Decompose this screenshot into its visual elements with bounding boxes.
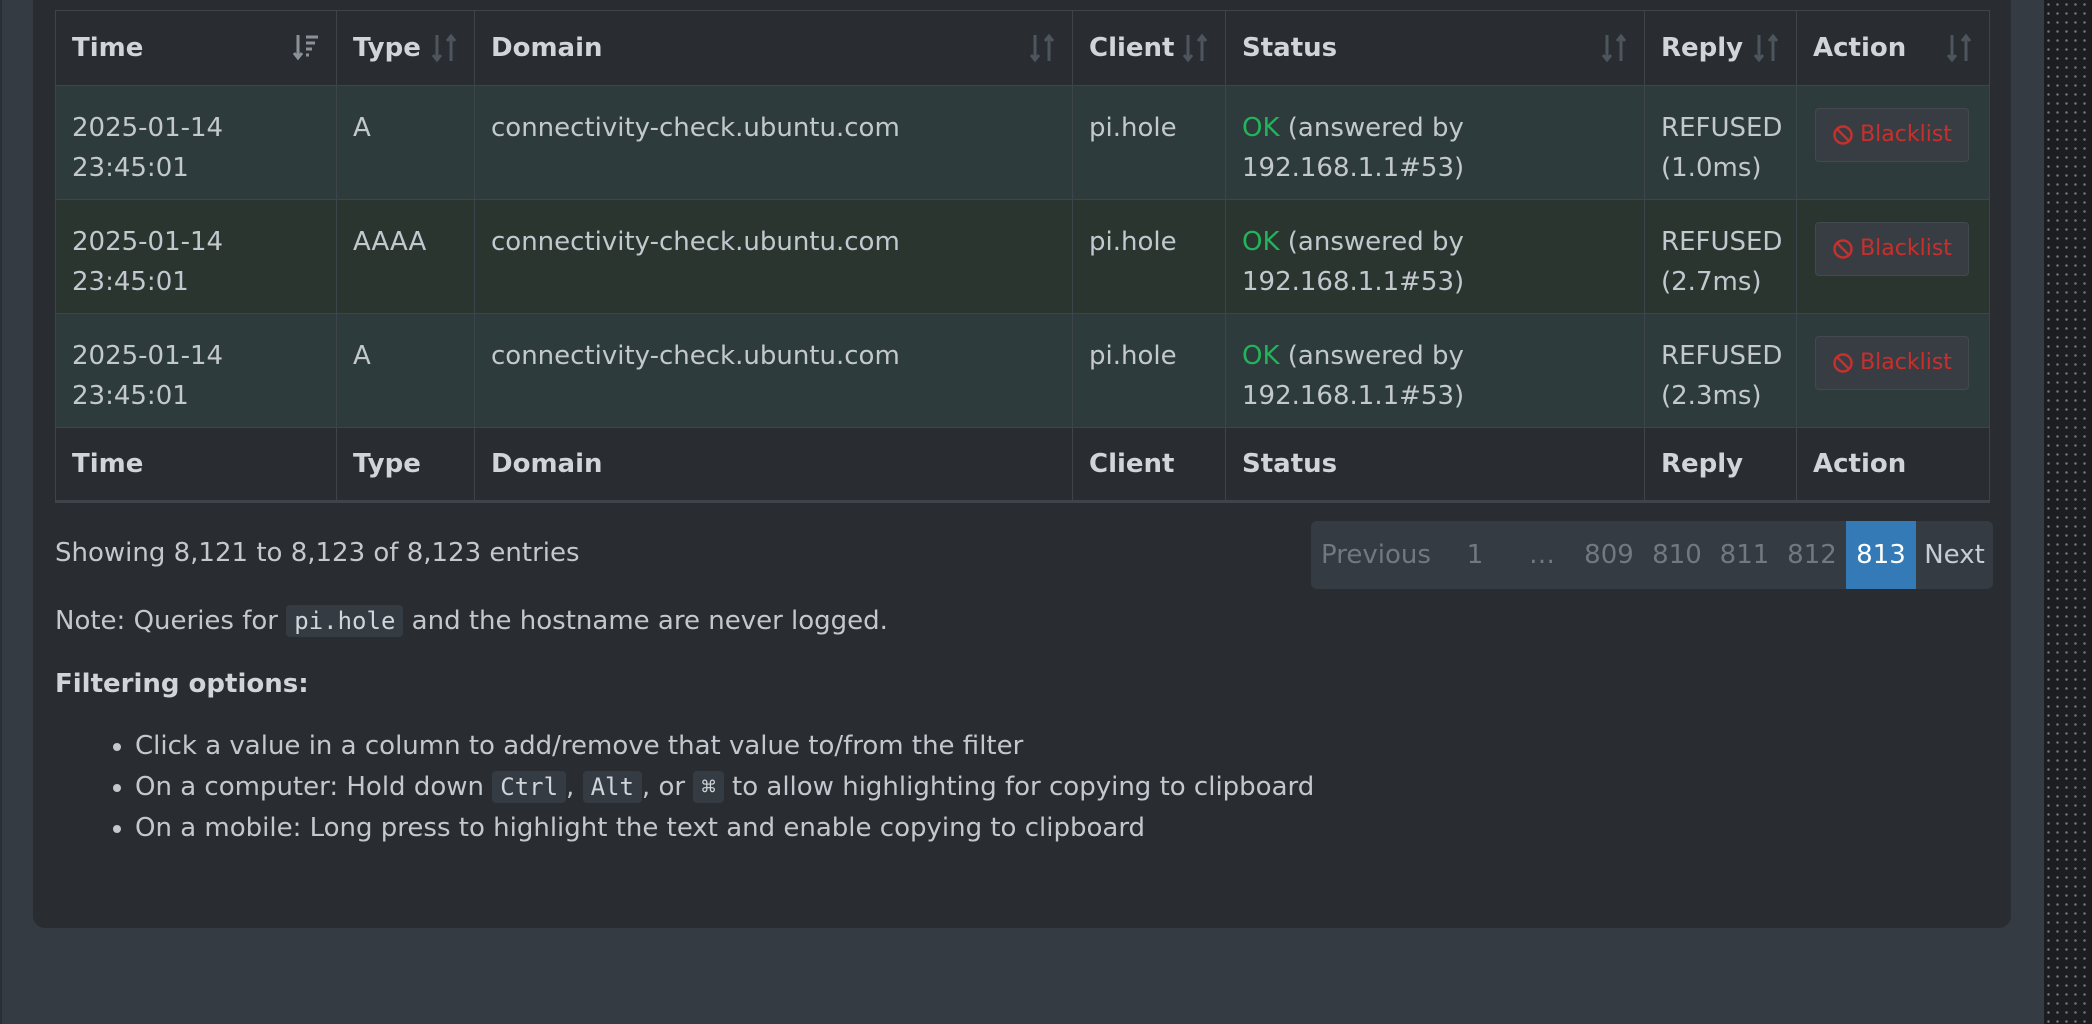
cell-time[interactable]: 2025-01-14 23:45:01	[55, 85, 337, 200]
cell-action: Blacklist	[1796, 199, 1990, 314]
note-text-start: Note: Queries for	[55, 606, 287, 636]
pagination-page-813-active[interactable]: 813	[1846, 521, 1916, 589]
pagination-next[interactable]: Next	[1916, 521, 1993, 589]
pagination: Previous 1 … 809 810 811 812 813 Next	[1311, 521, 1993, 589]
sort-icon	[1029, 33, 1055, 63]
sort-icon	[1946, 33, 1972, 63]
cell-time[interactable]: 2025-01-14 23:45:01	[55, 313, 337, 428]
list-item: On a mobile: Long press to highlight the…	[135, 808, 1314, 849]
pagination-page-811[interactable]: 811	[1711, 521, 1778, 589]
sort-icon	[431, 33, 457, 63]
column-header-action[interactable]: Action	[1796, 10, 1990, 86]
note-code: pi.hole	[286, 605, 404, 637]
table-row: 2025-01-14 23:45:01 A connectivity-check…	[55, 313, 1990, 428]
column-header-reply[interactable]: Reply	[1644, 10, 1797, 86]
pagination-previous[interactable]: Previous	[1311, 521, 1441, 589]
blacklist-button[interactable]: Blacklist	[1815, 336, 1969, 390]
footer-header-type: Type	[336, 427, 475, 503]
background-texture	[2044, 0, 2092, 1024]
blacklist-label: Blacklist	[1860, 350, 1952, 375]
cell-reply[interactable]: REFUSED (2.7ms)	[1644, 199, 1797, 314]
column-header-time[interactable]: Time	[55, 10, 337, 86]
cell-type[interactable]: AAAA	[336, 199, 475, 314]
key-cmd: ⌘	[693, 771, 724, 803]
footer-header-action: Action	[1796, 427, 1990, 503]
column-header-status[interactable]: Status	[1225, 10, 1645, 86]
status-ok: OK	[1242, 341, 1280, 371]
sort-desc-icon	[292, 35, 318, 61]
blacklist-label: Blacklist	[1860, 122, 1952, 147]
cell-status[interactable]: OK (answered by 192.168.1.1#53)	[1225, 199, 1645, 314]
filtering-options-title: Filtering options:	[55, 669, 309, 699]
cell-action: Blacklist	[1796, 313, 1990, 428]
reply-time: (2.7ms)	[1661, 267, 1762, 297]
pagination-page-809[interactable]: 809	[1575, 521, 1643, 589]
cell-action: Blacklist	[1796, 85, 1990, 200]
footer-header-reply: Reply	[1644, 427, 1797, 503]
key-ctrl: Ctrl	[492, 771, 567, 803]
cell-reply[interactable]: REFUSED (2.3ms)	[1644, 313, 1797, 428]
sort-icon	[1753, 33, 1779, 63]
tip-text: to allow highlighting for copying to cli…	[723, 772, 1315, 802]
cell-time[interactable]: 2025-01-14 23:45:01	[55, 199, 337, 314]
column-header-type[interactable]: Type	[336, 10, 475, 86]
ban-icon	[1833, 239, 1853, 259]
reply-time: (1.0ms)	[1661, 153, 1762, 183]
blacklist-button[interactable]: Blacklist	[1815, 222, 1969, 276]
cell-reply[interactable]: REFUSED (1.0ms)	[1644, 85, 1797, 200]
footer-header-domain: Domain	[474, 427, 1073, 503]
reply-type: REFUSED	[1661, 227, 1783, 257]
filtering-options-list: Click a value in a column to add/remove …	[55, 726, 1314, 849]
cell-status[interactable]: OK (answered by 192.168.1.1#53)	[1225, 313, 1645, 428]
footer-header-status: Status	[1225, 427, 1645, 503]
table-row: 2025-01-14 23:45:01 A connectivity-check…	[55, 85, 1990, 200]
table-info: Showing 8,121 to 8,123 of 8,123 entries	[55, 538, 580, 568]
cell-client[interactable]: pi.hole	[1072, 85, 1226, 200]
footer-header-client: Client	[1072, 427, 1226, 503]
blacklist-label: Blacklist	[1860, 236, 1952, 261]
ban-icon	[1833, 353, 1853, 373]
status-ok: OK	[1242, 227, 1280, 257]
table-row: 2025-01-14 23:45:01 AAAA connectivity-ch…	[55, 199, 1990, 314]
cell-client[interactable]: pi.hole	[1072, 199, 1226, 314]
pagination-page-1[interactable]: 1	[1441, 521, 1509, 589]
status-ok: OK	[1242, 113, 1280, 143]
reply-type: REFUSED	[1661, 341, 1783, 371]
tip-text: On a computer: Hold down	[135, 772, 493, 802]
pagination-page-812[interactable]: 812	[1778, 521, 1846, 589]
note-text-end: and the hostname are never logged.	[403, 606, 888, 636]
query-log-table: Time Type Domain Client Status Reply Act…	[55, 10, 1990, 503]
list-item: Click a value in a column to add/remove …	[135, 726, 1314, 767]
pagination-ellipsis: …	[1529, 540, 1555, 570]
cell-domain[interactable]: connectivity-check.ubuntu.com	[474, 85, 1073, 200]
ban-icon	[1833, 125, 1853, 145]
sort-icon	[1601, 33, 1627, 63]
column-header-domain[interactable]: Domain	[474, 10, 1073, 86]
sort-icon	[1182, 33, 1208, 63]
key-alt: Alt	[582, 771, 642, 803]
cell-status[interactable]: OK (answered by 192.168.1.1#53)	[1225, 85, 1645, 200]
reply-time: (2.3ms)	[1661, 381, 1762, 411]
cell-type[interactable]: A	[336, 313, 475, 428]
reply-type: REFUSED	[1661, 113, 1783, 143]
cell-domain[interactable]: connectivity-check.ubuntu.com	[474, 313, 1073, 428]
tip-sep: , or	[641, 772, 694, 802]
cell-domain[interactable]: connectivity-check.ubuntu.com	[474, 199, 1073, 314]
pagination-page-810[interactable]: 810	[1643, 521, 1711, 589]
blacklist-button[interactable]: Blacklist	[1815, 108, 1969, 162]
list-item: On a computer: Hold down Ctrl, Alt, or ⌘…	[135, 767, 1314, 808]
left-border	[0, 0, 2, 1024]
tip-sep: ,	[566, 772, 583, 802]
footer-header-time: Time	[55, 427, 337, 503]
note: Note: Queries for pi.hole and the hostna…	[55, 605, 888, 637]
column-header-client[interactable]: Client	[1072, 10, 1226, 86]
cell-type[interactable]: A	[336, 85, 475, 200]
cell-client[interactable]: pi.hole	[1072, 313, 1226, 428]
